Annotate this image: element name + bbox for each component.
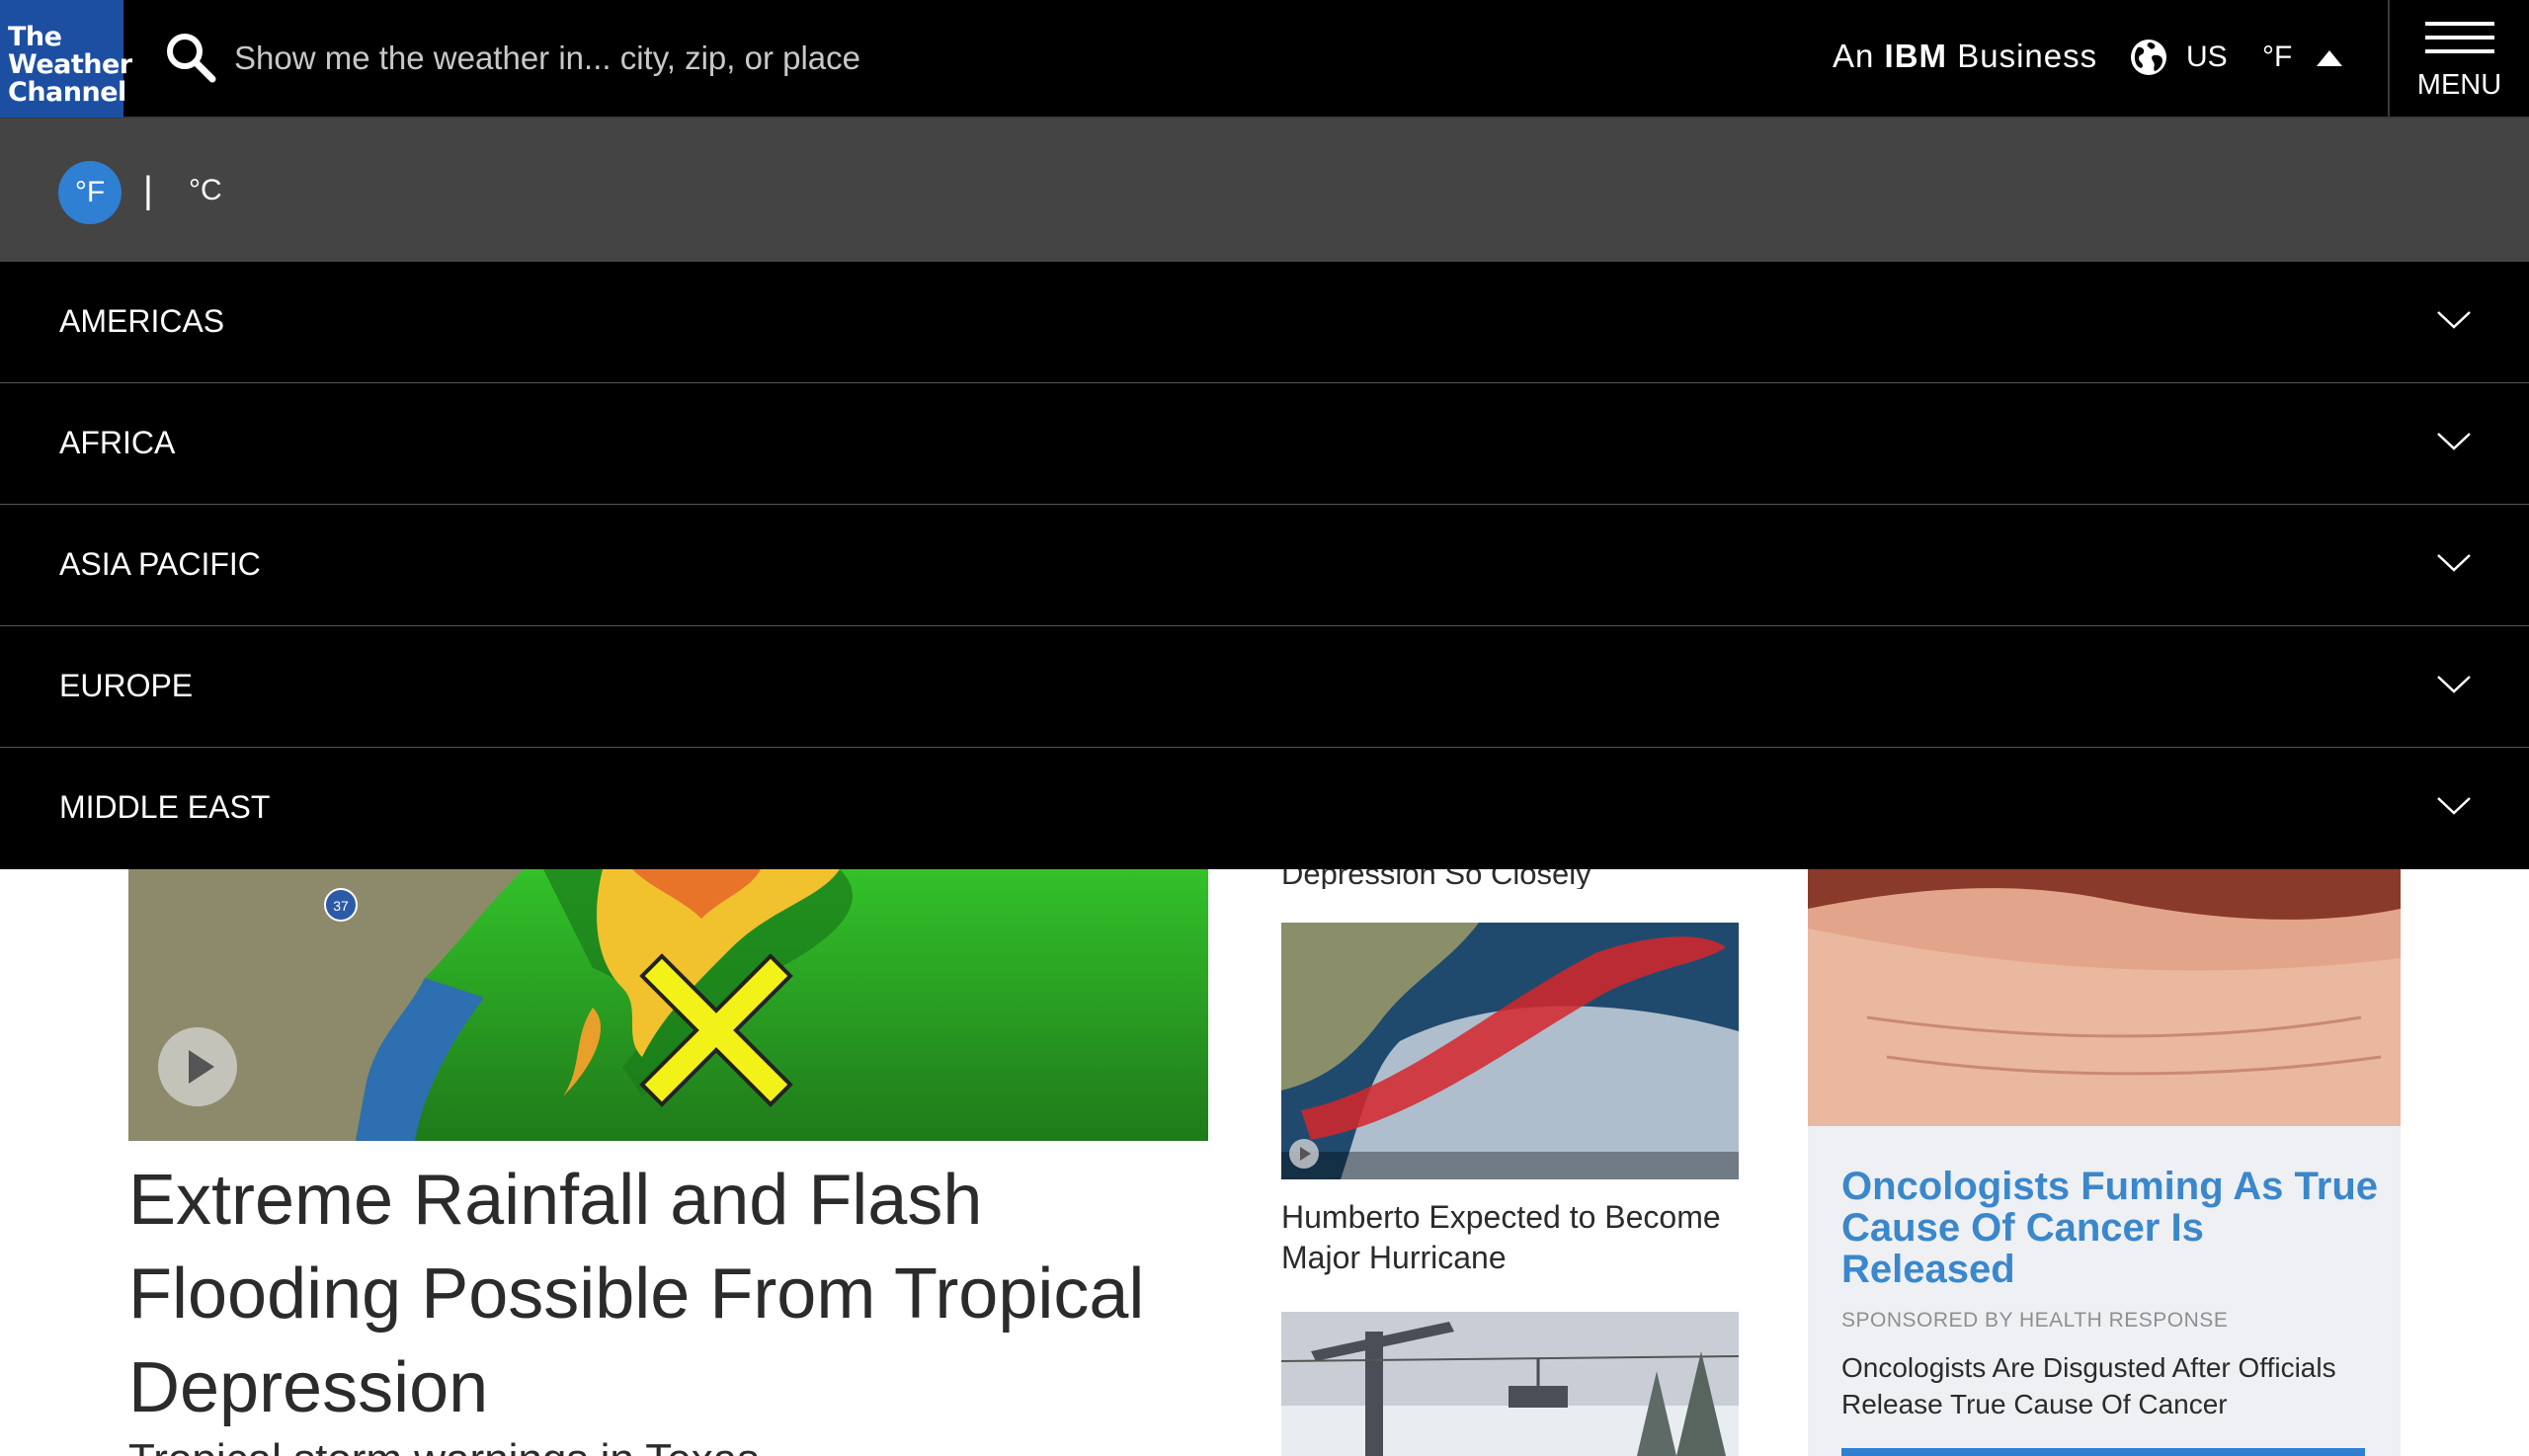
radar-map-image: 37 bbox=[128, 869, 1208, 1141]
menu-button[interactable]: MENU bbox=[2388, 0, 2529, 118]
radar-video-thumbnail[interactable]: 37 bbox=[128, 869, 1208, 1141]
region-label: AMERICAS bbox=[59, 303, 225, 339]
menu-label: MENU bbox=[2416, 69, 2502, 101]
fahrenheit-option[interactable]: °F bbox=[58, 161, 122, 224]
weather-channel-logo[interactable]: The Weather Channel bbox=[0, 0, 132, 118]
ibm-suffix: Business bbox=[1957, 38, 2098, 74]
chevron-down-icon bbox=[2437, 433, 2471, 450]
region-label: AFRICA bbox=[59, 425, 176, 460]
play-icon[interactable] bbox=[158, 1027, 237, 1106]
interstate-shield-label: 37 bbox=[333, 898, 349, 914]
globe-icon[interactable] bbox=[2130, 39, 2167, 76]
region-europe[interactable]: EUROPE bbox=[0, 626, 2529, 748]
chevron-down-icon bbox=[2437, 676, 2471, 693]
celsius-option[interactable]: °C bbox=[189, 174, 222, 207]
ad-sponsor-label: SPONSORED BY HEALTH RESPONSE bbox=[1841, 1309, 2229, 1332]
region-accordion: AMERICAS AFRICA ASIA PACIFIC EUROPE MIDD… bbox=[0, 262, 2529, 869]
region-label: ASIA PACIFIC bbox=[59, 546, 261, 582]
unit-separator: | bbox=[143, 170, 153, 211]
search-icon[interactable] bbox=[163, 30, 218, 85]
main-headline[interactable]: Extreme Rainfall and Flash Flooding Poss… bbox=[128, 1154, 1195, 1435]
ski-lift-thumbnail[interactable] bbox=[1281, 1312, 1739, 1456]
main-subtext: Tropical storm warnings in Texas bbox=[128, 1430, 1195, 1456]
unit-selector-bar bbox=[0, 119, 2529, 262]
logo-line: Weather bbox=[8, 49, 132, 80]
region-label: MIDDLE EAST bbox=[59, 789, 271, 825]
ski-lift-image bbox=[1281, 1312, 1739, 1456]
chevron-down-icon bbox=[2437, 797, 2471, 815]
logo-line: Channel bbox=[8, 77, 126, 108]
chevron-down-icon bbox=[2437, 554, 2471, 572]
play-icon[interactable] bbox=[1289, 1139, 1319, 1169]
caret-up-icon[interactable] bbox=[2317, 50, 2342, 66]
ibm-brand: IBM bbox=[1884, 38, 1948, 74]
region-americas[interactable]: AMERICAS bbox=[0, 262, 2529, 383]
hamburger-icon bbox=[2425, 22, 2494, 61]
story-headline[interactable]: Humberto Expected to Become Major Hurric… bbox=[1281, 1197, 1746, 1278]
chevron-down-icon bbox=[2437, 311, 2471, 329]
region-middle-east[interactable]: MIDDLE EAST bbox=[0, 748, 2529, 869]
ad-description[interactable]: Oncologists Are Disgusted After Official… bbox=[1841, 1349, 2390, 1422]
top-header: The Weather Channel An IBM Business US °… bbox=[0, 0, 2529, 119]
unit-toggle[interactable]: °F bbox=[2262, 40, 2292, 74]
ibm-prefix: An bbox=[1833, 38, 1875, 74]
region-asia-pacific[interactable]: ASIA PACIFIC bbox=[0, 505, 2529, 626]
ad-cta-button[interactable] bbox=[1841, 1448, 2365, 1456]
ad-image[interactable] bbox=[1808, 869, 2401, 1126]
search-input[interactable] bbox=[232, 30, 1125, 87]
region-label: EUROPE bbox=[59, 668, 194, 703]
ad-photo bbox=[1808, 869, 2401, 1126]
logo-line: The bbox=[8, 22, 62, 52]
ibm-business-label: An IBM Business bbox=[1833, 38, 2097, 75]
region-africa[interactable]: AFRICA bbox=[0, 383, 2529, 505]
ad-title[interactable]: Oncologists Fuming As True Cause Of Canc… bbox=[1841, 1166, 2385, 1290]
hurricane-video-thumbnail[interactable] bbox=[1281, 923, 1739, 1179]
truncated-headline[interactable]: Depression So Closely bbox=[1281, 869, 1746, 889]
satellite-image bbox=[1281, 923, 1739, 1179]
region-selector[interactable]: US bbox=[2186, 40, 2228, 74]
